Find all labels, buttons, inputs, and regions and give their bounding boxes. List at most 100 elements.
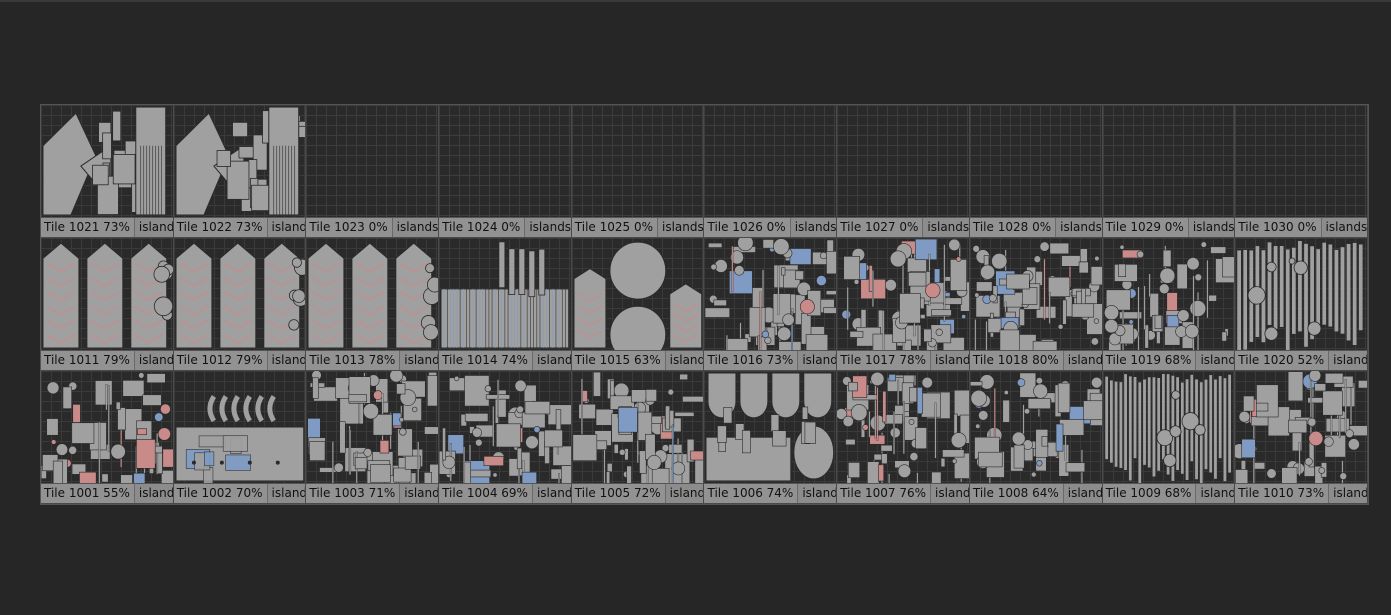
tile-mode-label: islands <box>662 220 704 234</box>
tile-mode-label: islands <box>1067 353 1102 367</box>
udim-tile[interactable]: Tile 1029 0% islands <box>1102 105 1236 238</box>
tile-uv-canvas[interactable] <box>969 371 1102 483</box>
udim-tile[interactable]: Tile 1001 55%islands <box>41 371 174 504</box>
tile-mode-label: islands <box>1200 353 1234 367</box>
udim-tile[interactable]: Tile 1003 71%islands <box>306 371 440 504</box>
tile-name-label: Tile 1030 0% <box>1235 218 1322 237</box>
tile-mode-label: islands <box>1333 486 1367 500</box>
udim-tile[interactable]: Tile 1012 79%islands <box>173 238 307 371</box>
udim-tile[interactable]: Tile 1008 64%islands <box>969 371 1103 504</box>
uv-islands <box>572 371 704 483</box>
tile-uv-canvas[interactable] <box>306 105 439 217</box>
udim-tile[interactable]: Tile 1009 68%islands <box>1102 371 1236 504</box>
tile-label-strip: Tile 1009 68%islands <box>1102 483 1235 503</box>
tile-mode-label: islands <box>404 353 438 367</box>
tile-uv-canvas[interactable] <box>1235 105 1367 217</box>
udim-tile[interactable]: Tile 1019 68%islands <box>1102 238 1236 371</box>
tile-uv-canvas[interactable] <box>439 371 571 483</box>
udim-tile[interactable]: Tile 1021 73%islands <box>41 105 174 238</box>
udim-tile[interactable]: Tile 1006 74%islands <box>704 371 838 504</box>
tile-mode-label: islands <box>138 220 173 234</box>
tile-uv-canvas[interactable] <box>1102 105 1235 217</box>
udim-tile[interactable]: Tile 1028 0% islands <box>969 105 1103 238</box>
tile-name-label: Tile 1029 0% <box>1102 218 1189 237</box>
tile-uv-canvas[interactable] <box>41 238 173 350</box>
tile-uv-canvas[interactable] <box>439 105 571 217</box>
udim-tile[interactable]: Tile 1023 0% islands <box>306 105 440 238</box>
tile-uv-canvas[interactable] <box>837 371 969 483</box>
tile-label-strip: Tile 1001 55%islands <box>41 483 173 503</box>
tile-uv-canvas[interactable] <box>704 371 837 483</box>
tile-mode-label: islands <box>1067 486 1102 500</box>
tile-label-strip: Tile 1008 64%islands <box>969 483 1102 503</box>
tile-name-label: Tile 1010 73% <box>1235 484 1330 503</box>
tile-mode-label: islands <box>1333 353 1367 367</box>
tile-uv-canvas[interactable] <box>306 371 439 483</box>
tile-mode-label: islands <box>802 353 836 367</box>
udim-tile[interactable]: Tile 1005 72%islands <box>571 371 705 504</box>
tile-uv-canvas[interactable] <box>439 238 571 350</box>
uv-islands <box>1235 371 1367 483</box>
tile-uv-canvas[interactable] <box>571 238 704 350</box>
uv-shell-layout <box>42 106 167 216</box>
udim-tile[interactable]: Tile 1004 69%islands <box>439 371 572 504</box>
udim-tile[interactable]: Tile 1026 0% islands <box>704 105 838 238</box>
tile-uv-canvas[interactable] <box>173 238 306 350</box>
tile-uv-canvas[interactable] <box>173 105 306 217</box>
tile-uv-canvas[interactable] <box>1102 238 1235 350</box>
uv-islands <box>1237 240 1364 350</box>
tile-uv-canvas[interactable] <box>173 371 306 483</box>
tile-uv-canvas[interactable] <box>1102 371 1235 483</box>
tile-uv-canvas[interactable] <box>969 238 1102 350</box>
uv-shell-layout <box>175 242 306 349</box>
tile-uv-canvas[interactable] <box>571 371 704 483</box>
tile-mode-label: islands <box>669 353 704 367</box>
tile-uv-canvas[interactable] <box>837 238 969 350</box>
tile-name-label: Tile 1012 79% <box>173 351 268 370</box>
udim-tile[interactable]: Tile 1013 78%islands <box>306 238 440 371</box>
udim-tile[interactable]: Tile 1016 73%islands <box>704 238 838 371</box>
uv-islands <box>969 372 1102 483</box>
udim-tile[interactable]: Tile 1030 0% islands <box>1235 105 1368 238</box>
tile-uv-canvas[interactable] <box>704 238 837 350</box>
udim-tile[interactable]: Tile 1024 0% islands <box>439 105 572 238</box>
tile-uv-canvas[interactable] <box>969 105 1102 217</box>
uv-islands <box>42 106 167 216</box>
tile-uv-canvas[interactable] <box>306 238 439 350</box>
udim-tile[interactable]: Tile 1025 0% islands <box>571 105 705 238</box>
uv-shell-layout <box>1235 371 1367 483</box>
tile-name-label: Tile 1024 0% <box>439 218 526 237</box>
tile-uv-canvas[interactable] <box>571 105 704 217</box>
tile-name-label: Tile 1026 0% <box>704 218 791 237</box>
tile-label-strip: Tile 1016 73%islands <box>704 350 837 370</box>
udim-tile[interactable]: Tile 1017 78%islands <box>837 238 970 371</box>
tile-name-label: Tile 1028 0% <box>969 218 1057 237</box>
tile-uv-canvas[interactable] <box>41 105 173 217</box>
udim-tile[interactable]: Tile 1015 63%islands <box>571 238 705 371</box>
tile-uv-canvas[interactable] <box>1235 371 1367 483</box>
tile-label-strip: Tile 1023 0% islands <box>306 217 439 237</box>
uv-shell-layout <box>1103 241 1235 350</box>
uv-udim-grid[interactable]: Tile 1021 73%islandsTile 1022 73%islands… <box>40 104 1369 505</box>
tile-name-label: Tile 1007 76% <box>837 484 932 503</box>
tile-mode-label: islands <box>1200 486 1234 500</box>
udim-tile[interactable]: Tile 1002 70%islands <box>173 371 307 504</box>
uv-islands <box>175 242 306 349</box>
tile-uv-canvas[interactable] <box>41 371 173 483</box>
udim-tile[interactable]: Tile 1010 73%islands <box>1235 371 1368 504</box>
udim-tile[interactable]: Tile 1027 0% islands <box>837 105 970 238</box>
uv-shell-layout <box>837 371 969 483</box>
udim-tile[interactable]: Tile 1020 52%islands <box>1235 238 1368 371</box>
uv-islands <box>841 238 969 350</box>
udim-tile[interactable]: Tile 1022 73%islands <box>173 105 307 238</box>
udim-tile[interactable]: Tile 1007 76%islands <box>837 371 970 504</box>
udim-tile[interactable]: Tile 1014 74%islands <box>439 238 572 371</box>
tile-uv-canvas[interactable] <box>704 105 837 217</box>
tile-uv-canvas[interactable] <box>1235 238 1367 350</box>
tile-uv-canvas[interactable] <box>837 105 969 217</box>
udim-tile[interactable]: Tile 1011 79%islands <box>41 238 174 371</box>
udim-tile[interactable]: Tile 1018 80%islands <box>969 238 1103 371</box>
tile-name-label: Tile 1021 73% <box>41 218 135 237</box>
tile-mode-label: islands <box>927 220 969 234</box>
uv-shell-layout <box>705 372 835 482</box>
